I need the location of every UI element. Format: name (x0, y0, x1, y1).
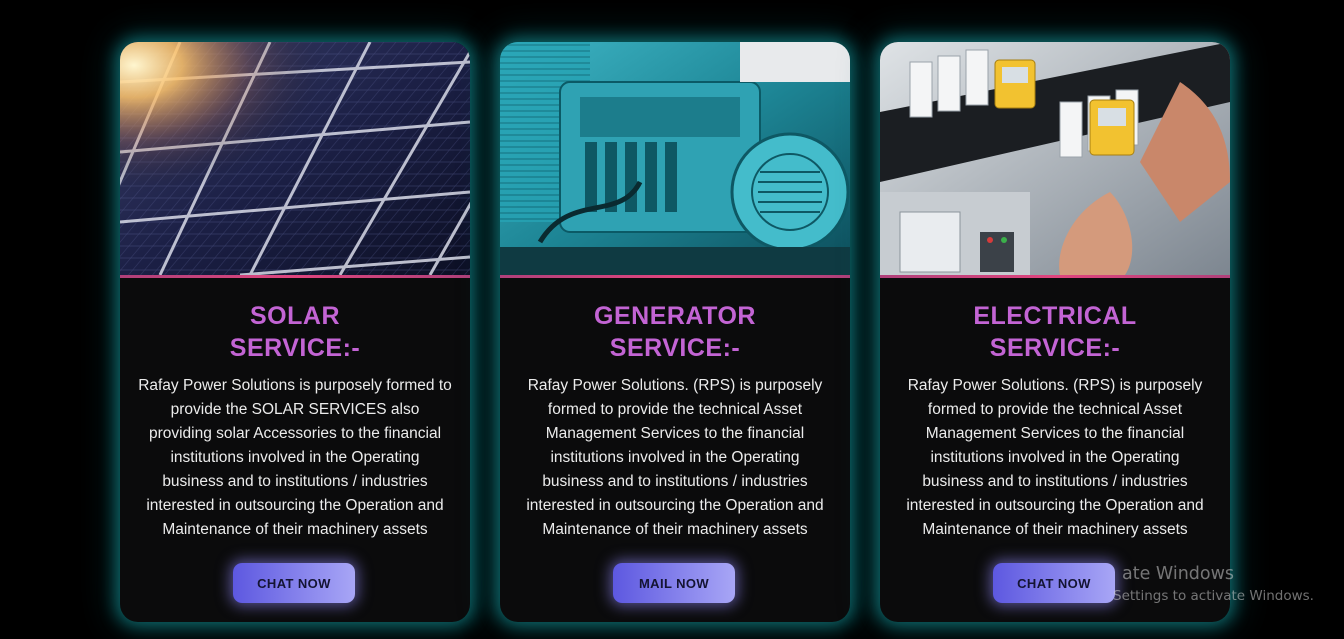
card-title-line-2: SERVICE:- (989, 334, 1121, 362)
card-description: Rafay Power Solutions. (RPS) is purposel… (906, 377, 1204, 538)
electrical-panel-image (880, 42, 1230, 275)
solar-panels-image (120, 42, 470, 275)
card-title-line-2: SERVICE:- (609, 334, 741, 362)
chat-now-button[interactable]: CHAT NOW (233, 563, 355, 603)
card-divider (120, 275, 470, 278)
generator-engine-image (500, 42, 850, 275)
solar-service-card: SOLAR SERVICE:- Rafay Power Solutions is… (120, 42, 470, 622)
card-divider (500, 275, 850, 278)
card-title-line-1: ELECTRICAL (973, 302, 1137, 330)
card-title-line-1: SOLAR (250, 302, 340, 330)
mail-now-button[interactable]: MAIL NOW (613, 563, 735, 603)
card-title: SOLAR SERVICE:- (120, 300, 470, 364)
service-cards: SOLAR SERVICE:- Rafay Power Solutions is… (0, 0, 1344, 639)
card-title: GENERATOR SERVICE:- (500, 300, 850, 364)
card-divider (880, 275, 1230, 278)
card-description: Rafay Power Solutions. (RPS) is purposel… (526, 377, 824, 538)
chat-now-button[interactable]: CHAT NOW (993, 563, 1115, 603)
generator-service-card: GENERATOR SERVICE:- Rafay Power Solution… (500, 42, 850, 622)
card-title-line-1: GENERATOR (594, 302, 756, 330)
electrical-service-card: ELECTRICAL SERVICE:- Rafay Power Solutio… (880, 42, 1230, 622)
card-description: Rafay Power Solutions is purposely forme… (138, 377, 452, 538)
card-title-line-2: SERVICE:- (229, 334, 361, 362)
card-title: ELECTRICAL SERVICE:- (880, 300, 1230, 364)
